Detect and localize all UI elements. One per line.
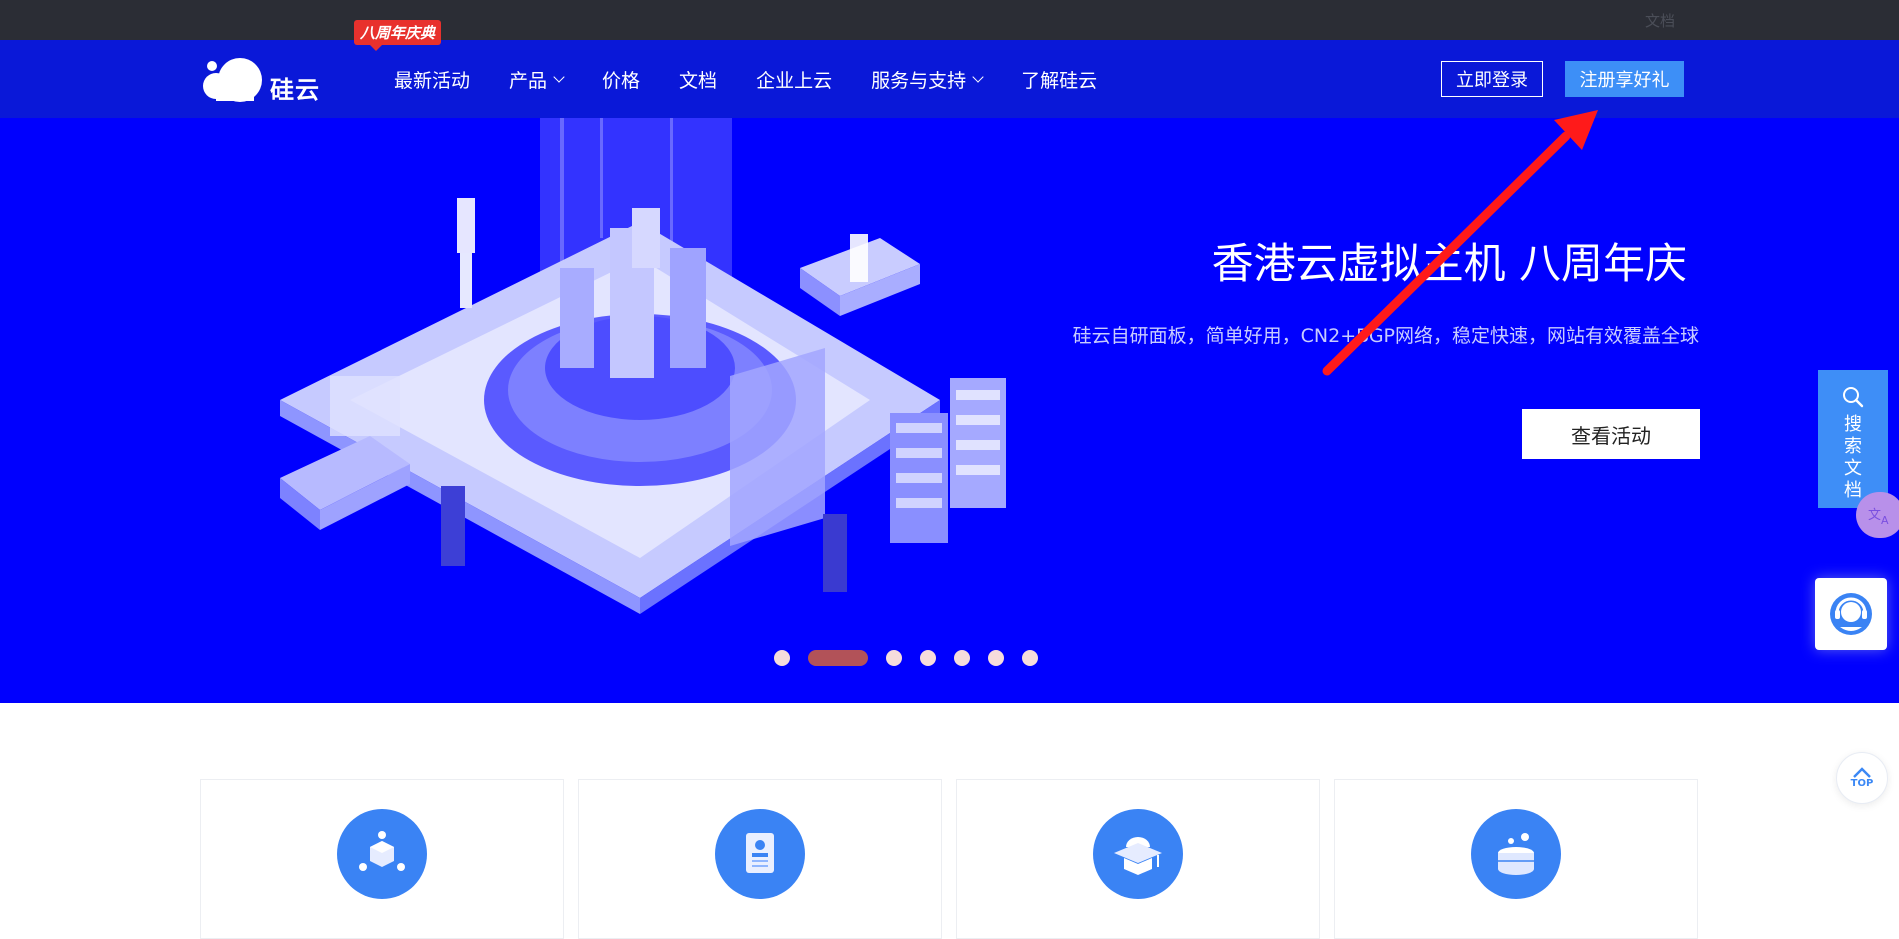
nav-label: 服务与支持 bbox=[871, 69, 967, 92]
nav-label: 产品 bbox=[509, 69, 548, 92]
chevron-down-icon bbox=[972, 70, 984, 83]
feature-card[interactable] bbox=[1334, 779, 1698, 939]
back-to-top-button[interactable]: TOP bbox=[1836, 752, 1888, 804]
carousel-dot-active[interactable] bbox=[808, 650, 868, 666]
svg-text:A: A bbox=[1881, 514, 1889, 526]
search-docs-widget[interactable]: 搜索文档 bbox=[1818, 370, 1888, 508]
nav-label: 最新活动 bbox=[394, 69, 471, 92]
logo-text: 硅云 bbox=[270, 76, 320, 104]
anniversary-badge: 八周年庆典 bbox=[354, 19, 442, 51]
nav-item-latest-activity[interactable]: 八周年庆典 最新活动 bbox=[354, 19, 471, 93]
nav-label: 价格 bbox=[602, 69, 641, 92]
carousel-dot[interactable] bbox=[886, 650, 902, 666]
carousel-dot[interactable] bbox=[920, 650, 936, 666]
banner-title: 香港云虚拟主机 八周年庆 bbox=[1211, 239, 1687, 288]
nav-item-enterprise-cloud[interactable]: 企业上云 bbox=[756, 66, 832, 93]
chevron-down-icon bbox=[553, 70, 565, 83]
document-card-icon bbox=[715, 809, 805, 899]
customer-service-button[interactable] bbox=[1815, 578, 1887, 650]
main-nav: 硅云 八周年庆典 最新活动 产品 价格 文档 企业上云 服务与支持 了解硅云 立… bbox=[0, 19, 1899, 118]
svg-text:文: 文 bbox=[1868, 508, 1881, 523]
top-bar: 文档 bbox=[0, 0, 1899, 40]
login-button[interactable]: 立即登录 bbox=[1441, 61, 1543, 97]
translate-button[interactable]: 文 A bbox=[1856, 492, 1899, 538]
nav-item-products[interactable]: 产品 bbox=[509, 66, 565, 93]
carousel-dot[interactable] bbox=[954, 650, 970, 666]
nav-item-docs[interactable]: 文档 bbox=[679, 66, 717, 93]
hero-banner: 香港云虚拟主机 八周年庆 硅云自研面板，简单好用，CN2+BGP网络，稳定快速，… bbox=[0, 118, 1899, 703]
search-icon bbox=[1843, 387, 1864, 408]
nav-item-service-support[interactable]: 服务与支持 bbox=[871, 66, 984, 93]
database-icon bbox=[1471, 809, 1561, 899]
nav-item-about[interactable]: 了解硅云 bbox=[1021, 66, 1097, 93]
feature-card[interactable] bbox=[956, 779, 1320, 939]
cube-network-icon bbox=[337, 809, 427, 899]
headset-agent-icon bbox=[1830, 593, 1872, 635]
translate-icon: 文 A bbox=[1868, 508, 1889, 526]
nav-label: 了解硅云 bbox=[1021, 69, 1098, 92]
carousel-dot[interactable] bbox=[988, 650, 1004, 666]
nav-menu: 八周年庆典 最新活动 产品 价格 文档 企业上云 服务与支持 了解硅云 bbox=[354, 19, 1136, 118]
nav-label: 企业上云 bbox=[756, 69, 833, 92]
graduation-cap-icon bbox=[1093, 809, 1183, 899]
view-activity-button[interactable]: 查看活动 bbox=[1522, 409, 1700, 459]
top-label: TOP bbox=[1850, 778, 1874, 789]
server-platform-illustration bbox=[280, 118, 1006, 614]
carousel-dot[interactable] bbox=[1022, 650, 1038, 666]
register-button[interactable]: 注册享好礼 bbox=[1565, 61, 1684, 97]
carousel-dot[interactable] bbox=[774, 650, 790, 666]
carousel-dots bbox=[774, 650, 1056, 666]
top-doc-link[interactable]: 文档 bbox=[1645, 10, 1675, 31]
banner-subtitle: 硅云自研面板，简单好用，CN2+BGP网络，稳定快速，网站有效覆盖全球 bbox=[1072, 325, 1699, 347]
nav-item-pricing[interactable]: 价格 bbox=[602, 66, 640, 93]
search-docs-label: 搜索文档 bbox=[1844, 414, 1862, 501]
feature-card[interactable] bbox=[200, 779, 564, 939]
cloud-logo-icon bbox=[203, 58, 262, 102]
nav-label: 文档 bbox=[679, 69, 718, 92]
logo[interactable]: 硅云 bbox=[200, 56, 320, 106]
feature-card[interactable] bbox=[578, 779, 942, 939]
